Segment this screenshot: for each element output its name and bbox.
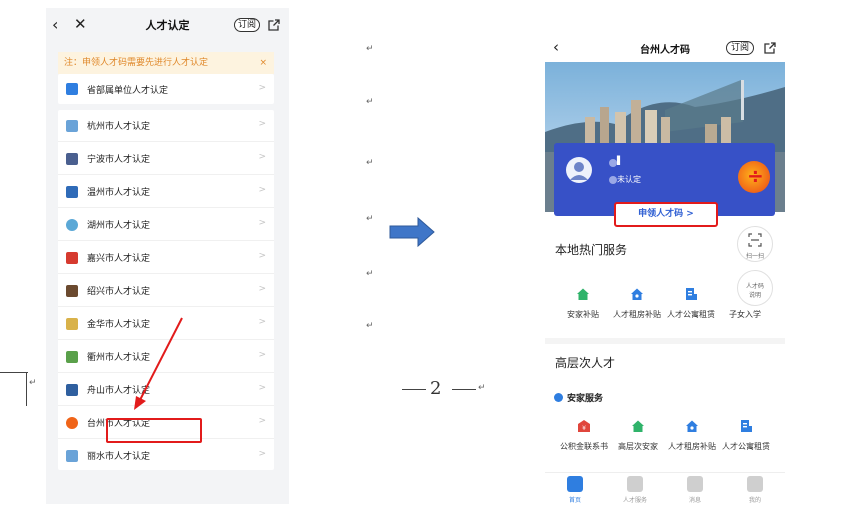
- fund-icon: ¥: [578, 420, 590, 432]
- profile-icon: [747, 476, 763, 492]
- talent-code-screen: ‹ 台州人才码 订阅 ▌ 未认定 ÷ 申领人才码 > 本地热门服务 安家补贴 人…: [545, 32, 785, 506]
- scan-label: 扫一扫: [745, 253, 764, 260]
- avatar-icon: [570, 162, 588, 180]
- house-icon: [686, 420, 698, 432]
- message-icon: [687, 476, 703, 492]
- status-text: 未认定: [617, 175, 641, 184]
- user-icon: [627, 476, 643, 492]
- margin-line: [26, 372, 27, 406]
- return-mark: ↵: [29, 378, 37, 388]
- info-label-line1: 人才码: [745, 283, 764, 290]
- settle-icon: [554, 393, 563, 402]
- tab-talent-service[interactable]: 人才服务: [605, 476, 665, 504]
- screenshot-stage: ‹ ✕ 人才认定 订阅 注：申领人才码需要先进行人才认定 × 省部属单位人才认定…: [0, 0, 848, 532]
- scan-icon: [748, 233, 762, 247]
- subscribe-button[interactable]: 订阅: [726, 41, 754, 55]
- service-item[interactable]: 安家补贴: [558, 286, 608, 320]
- tab-messages[interactable]: 消息: [665, 476, 725, 504]
- share-icon[interactable]: [763, 41, 777, 55]
- apartment-icon: [741, 420, 752, 432]
- avatar[interactable]: [566, 157, 592, 183]
- left-red-arrow: [139, 317, 183, 401]
- status-icon: [609, 176, 617, 184]
- page-number-dash: [452, 389, 476, 390]
- subsection-title: 安家服务: [567, 394, 604, 404]
- page-title: 台州人才码: [640, 45, 690, 56]
- return-mark: ↵: [478, 383, 486, 393]
- talent-code-info-button[interactable]: 人才码 说明: [737, 270, 773, 306]
- house-icon: [632, 420, 644, 432]
- section-title: 高层次人才: [555, 356, 616, 370]
- service-item[interactable]: 人才租房补贴: [667, 418, 717, 452]
- return-mark: ↵: [366, 97, 374, 107]
- user-name: ▌: [617, 156, 624, 165]
- info-label-line2: 说明: [748, 292, 761, 299]
- page-number-dash: [402, 389, 426, 390]
- user-icon: [609, 159, 617, 167]
- svg-text:¥: ¥: [582, 425, 586, 432]
- return-mark: ↵: [366, 269, 374, 279]
- bottom-tab-bar: 首页 人才服务 消息 我的: [545, 472, 785, 506]
- home-icon: [567, 476, 583, 492]
- taizhou-logo: ÷: [738, 161, 770, 193]
- service-item[interactable]: 人才租房补贴: [612, 286, 662, 320]
- service-item[interactable]: ¥ 公积金联系书: [559, 418, 609, 452]
- house-icon: [577, 288, 589, 300]
- right-header: ‹ 台州人才码 订阅: [545, 32, 785, 62]
- house-icon: [631, 288, 643, 300]
- tab-home[interactable]: 首页: [545, 476, 605, 504]
- flow-arrow-icon: [389, 216, 435, 248]
- return-mark: ↵: [366, 214, 374, 224]
- apply-talent-code-button[interactable]: 申领人才码 >: [614, 202, 718, 227]
- return-mark: ↵: [366, 321, 374, 331]
- page-number: 2: [430, 378, 442, 399]
- back-icon[interactable]: ‹: [553, 38, 559, 56]
- scan-button[interactable]: 扫一扫: [737, 226, 773, 262]
- return-mark: ↵: [366, 44, 374, 54]
- apartment-icon: [686, 288, 697, 300]
- service-item[interactable]: 高层次安家: [613, 418, 663, 452]
- left-red-arrowhead: [134, 396, 146, 410]
- tab-mine[interactable]: 我的: [725, 476, 785, 504]
- section-divider: [545, 338, 785, 344]
- section-title: 本地热门服务: [555, 243, 628, 257]
- return-mark: ↵: [366, 158, 374, 168]
- service-item[interactable]: 人才公寓租赁: [666, 286, 716, 320]
- service-item[interactable]: 人才公寓租赁: [721, 418, 771, 452]
- margin-line: [0, 372, 28, 373]
